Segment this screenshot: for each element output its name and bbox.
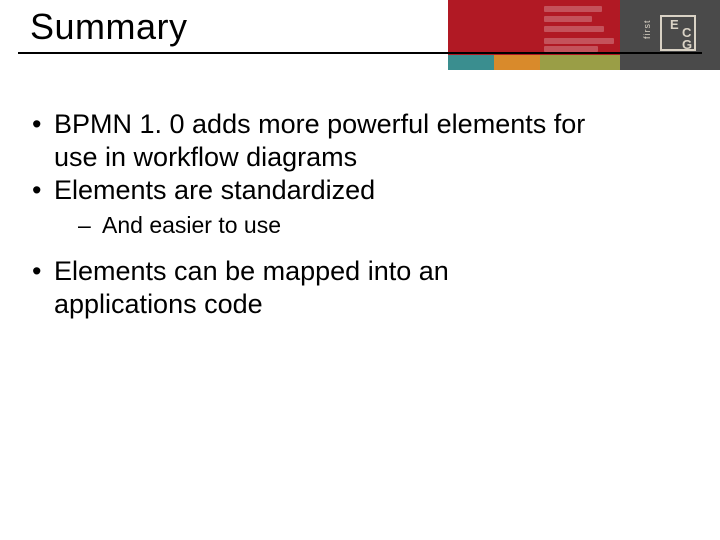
bullet-text: Elements are standardized	[54, 175, 375, 205]
sub-bullet-item: And easier to use	[54, 211, 586, 241]
bullet-item: Elements can be mapped into an applicati…	[26, 255, 586, 321]
slide-title-area: Summary	[0, 0, 720, 70]
title-underline	[18, 52, 702, 54]
bullet-text: BPMN 1. 0 adds more powerful elements fo…	[54, 109, 585, 172]
bullet-item: BPMN 1. 0 adds more powerful elements fo…	[26, 108, 586, 174]
slide-body: BPMN 1. 0 adds more powerful elements fo…	[26, 108, 586, 321]
slide-title: Summary	[30, 6, 188, 48]
bullet-item: Elements are standardized And easier to …	[26, 174, 586, 241]
bullet-text: Elements can be mapped into an applicati…	[54, 256, 449, 319]
sub-bullet-text: And easier to use	[102, 212, 281, 238]
